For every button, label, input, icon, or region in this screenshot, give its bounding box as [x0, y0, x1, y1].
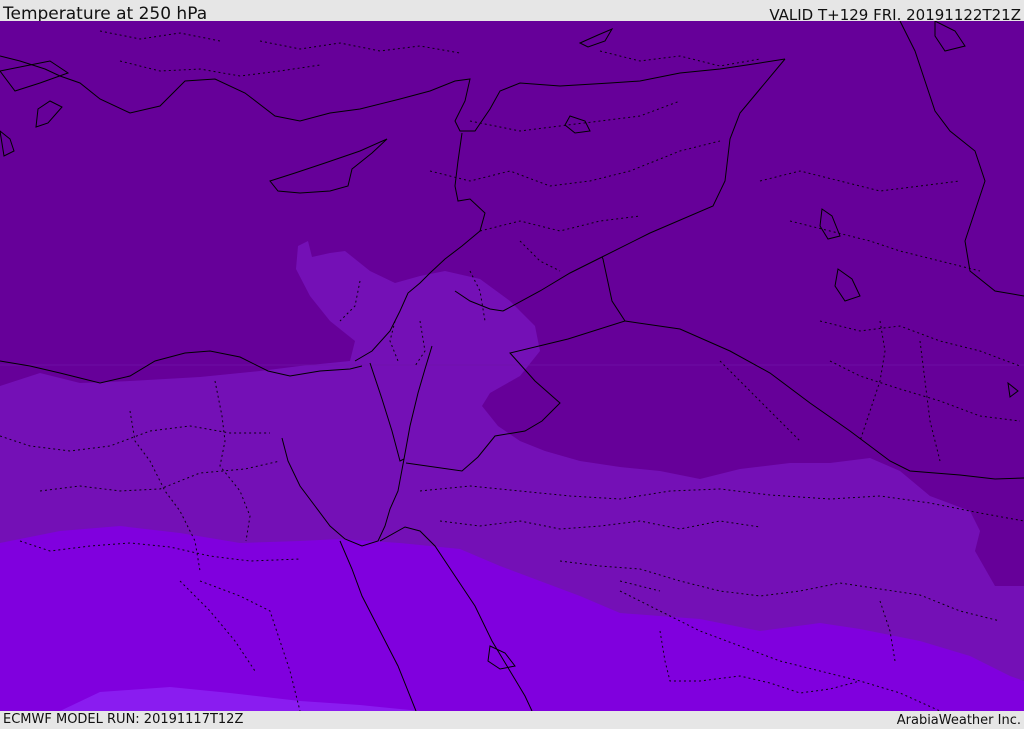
model-run-label: ECMWF MODEL RUN: 20191117T12Z [3, 712, 244, 727]
map-header: Temperature at 250 hPa VALID T+129 FRI. … [0, 0, 1024, 24]
map-footer: ECMWF MODEL RUN: 20191117T12Z ArabiaWeat… [0, 711, 1024, 729]
temperature-map[interactable] [0, 21, 1024, 711]
credit-label: ArabiaWeather Inc. [896, 713, 1021, 728]
